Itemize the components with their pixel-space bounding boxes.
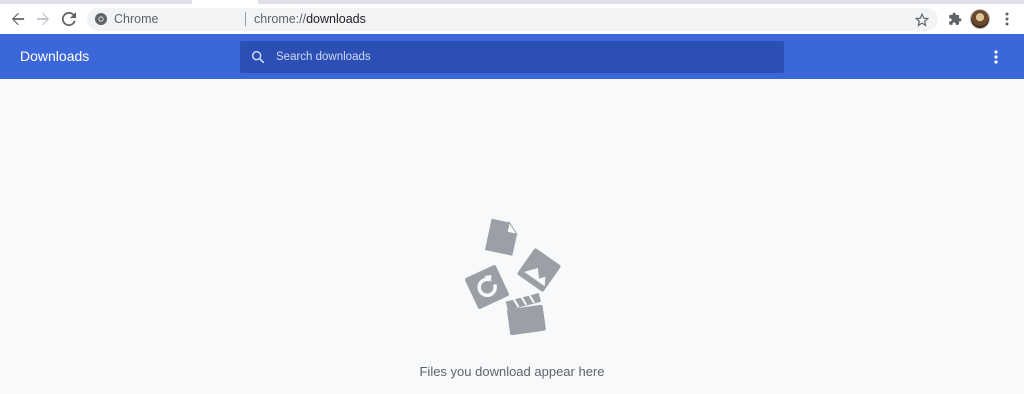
bookmark-button[interactable] <box>912 10 932 30</box>
more-vert-icon <box>1005 12 1009 26</box>
clapperboard-icon <box>505 292 546 336</box>
refresh-box-icon <box>465 265 509 309</box>
document-icon <box>484 218 518 256</box>
browser-menu-button[interactable] <box>997 8 1017 30</box>
url-text[interactable]: chrome://downloads <box>254 12 366 27</box>
profile-avatar[interactable] <box>970 9 990 29</box>
chrome-icon <box>95 13 107 25</box>
arrow-back-icon <box>11 12 25 26</box>
address-bar[interactable]: Chrome chrome://downloads <box>87 8 938 31</box>
image-icon <box>517 248 561 292</box>
browser-toolbar: Chrome chrome://downloads <box>0 4 1024 34</box>
more-actions-button[interactable] <box>986 46 1006 68</box>
back-button[interactable] <box>7 8 29 30</box>
reload-icon <box>62 12 76 26</box>
downloads-header: Downloads <box>0 34 1024 79</box>
search-box[interactable] <box>240 41 784 73</box>
more-vert-icon <box>994 50 998 64</box>
url-path: downloads <box>306 12 366 26</box>
puzzle-icon <box>949 12 962 25</box>
arrow-forward-icon <box>36 12 50 26</box>
search-icon <box>251 50 265 64</box>
reload-button[interactable] <box>58 8 80 30</box>
empty-downloads-illustration <box>465 218 561 336</box>
address-separator <box>245 12 246 26</box>
url-scheme: chrome:// <box>254 12 307 26</box>
downloads-list-area: Files you download appear here <box>0 79 1024 394</box>
site-chip-label: Chrome <box>114 12 159 26</box>
page-title: Downloads <box>20 48 90 64</box>
empty-state-message: Files you download appear here <box>419 364 605 379</box>
star-icon <box>915 13 929 27</box>
forward-button[interactable] <box>32 8 54 30</box>
extensions-button[interactable] <box>944 8 966 30</box>
search-input[interactable] <box>276 41 776 73</box>
